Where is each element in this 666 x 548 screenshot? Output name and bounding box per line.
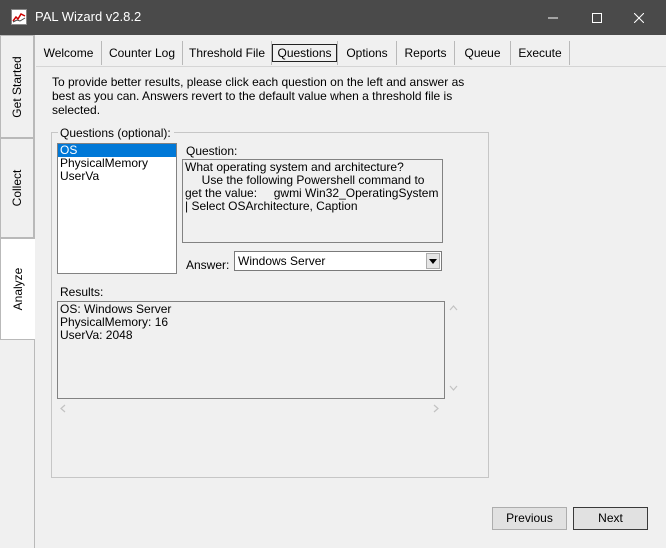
tab-threshold-file[interactable]: Threshold File (183, 41, 272, 65)
window-title: PAL Wizard v2.8.2 (35, 9, 142, 24)
tab-counter-log[interactable]: Counter Log (102, 41, 183, 65)
tab-welcome[interactable]: Welcome (36, 41, 102, 65)
question-text: What operating system and architecture? … (182, 159, 443, 243)
answer-value: Windows Server (238, 254, 326, 268)
tab-queue[interactable]: Queue (455, 41, 511, 65)
results-line: UserVa: 2048 (60, 328, 133, 342)
side-tab-collect[interactable]: Collect (0, 138, 34, 238)
results-label: Results: (60, 285, 104, 299)
close-icon (634, 12, 644, 23)
tab-options[interactable]: Options (338, 41, 397, 65)
maximize-icon (592, 12, 602, 23)
side-tab-label: Collect (10, 169, 24, 207)
minimize-icon (548, 17, 558, 18)
answer-dropdown[interactable]: Windows Server (234, 251, 442, 271)
side-tab-label: Get Started (10, 55, 24, 118)
side-tab-label: Analyze (11, 267, 25, 311)
questions-list[interactable]: OS PhysicalMemory UserVa (57, 143, 177, 274)
scroll-right-icon[interactable] (433, 404, 439, 413)
scroll-down-icon[interactable] (449, 385, 458, 391)
title-bar: PAL Wizard v2.8.2 (0, 0, 666, 35)
results-textbox[interactable]: OS: Windows Server PhysicalMemory: 16 Us… (57, 301, 445, 399)
app-icon (11, 9, 27, 25)
questions-group-legend: Questions (optional): (58, 126, 174, 140)
tab-reports[interactable]: Reports (397, 41, 455, 65)
tab-divider (36, 66, 666, 67)
tab-execute[interactable]: Execute (511, 41, 570, 65)
wizard-frame: Get Started Collect Analyze Welcome Coun… (0, 35, 666, 548)
scroll-up-icon[interactable] (449, 305, 458, 311)
instructions-text: To provide better results, please click … (52, 75, 465, 117)
next-button[interactable]: Next (573, 507, 648, 530)
previous-button[interactable]: Previous (492, 507, 567, 530)
chevron-down-icon[interactable] (426, 253, 440, 269)
list-item-userva[interactable]: UserVa (58, 170, 176, 183)
side-tab-analyze[interactable]: Analyze (0, 238, 35, 340)
close-button[interactable] (616, 0, 662, 35)
minimize-button[interactable] (530, 0, 576, 35)
question-label: Question: (186, 144, 238, 158)
tab-questions[interactable]: Questions (272, 41, 338, 65)
scroll-left-icon[interactable] (60, 404, 66, 413)
side-tab-get-started[interactable]: Get Started (0, 35, 34, 138)
answer-label: Answer: (186, 258, 230, 272)
maximize-button[interactable] (574, 0, 620, 35)
